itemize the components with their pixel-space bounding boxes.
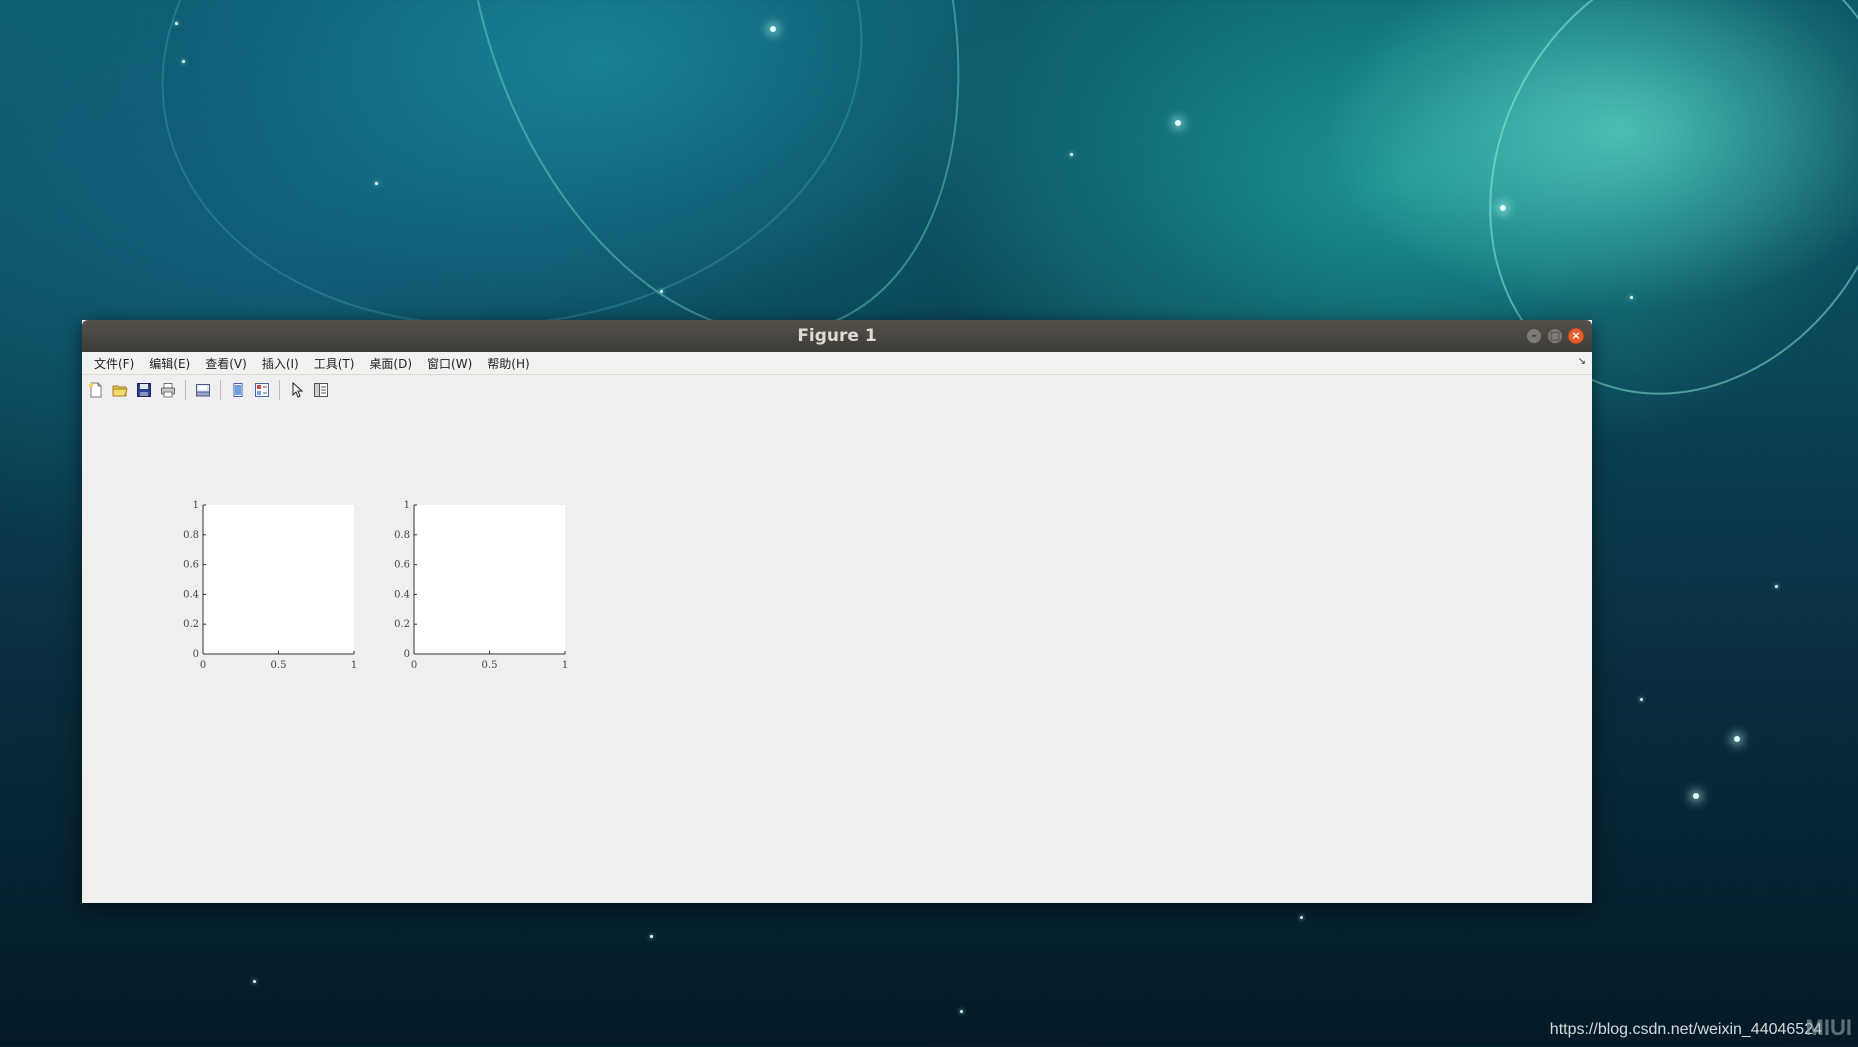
y-tick-label: 0.4 (183, 589, 199, 600)
miui-logo: MIUI (1805, 1015, 1852, 1040)
edit-plot-pointer-icon[interactable] (287, 380, 307, 400)
background-star (375, 182, 378, 185)
background-star (1775, 585, 1778, 588)
figure-window[interactable]: Figure 1 – □ × 文件(F) 编辑(E) 查看(V) 插入(I) 工… (82, 320, 1592, 903)
property-editor-icon[interactable] (311, 380, 331, 400)
toolbar-separator (279, 379, 280, 400)
hide-plot-tools-icon[interactable] (228, 380, 248, 400)
background-star (770, 26, 776, 32)
y-tick-label: 0 (404, 649, 410, 660)
figure-toolbar (82, 375, 1592, 405)
background-star (1734, 736, 1740, 742)
menu-tools[interactable]: 工具(T) (308, 355, 364, 372)
x-tick-label: 0 (200, 660, 206, 671)
x-tick-label: 1 (562, 660, 568, 671)
menu-edit[interactable]: 编辑(E) (143, 355, 199, 372)
open-file-icon[interactable] (110, 380, 130, 400)
y-tick-label: 0.2 (183, 619, 199, 630)
axes-container: 0 0.2 0.4 0.6 0.8 1 0 0.5 1 0 0.2 0.4 0.6 0.8 1 0 0.5 1 (183, 500, 568, 671)
background-star (1640, 698, 1643, 701)
url-watermark: https://blog.csdn.net/weixin_44046524 (1549, 1021, 1822, 1038)
menu-view[interactable]: 查看(V) (199, 355, 256, 372)
x-tick-label: 0.5 (482, 660, 498, 671)
window-title: Figure 1 (797, 326, 877, 346)
background-star (1630, 296, 1633, 299)
toolbar-separator (220, 379, 221, 400)
y-tick-label: 0.8 (394, 530, 410, 541)
background-star (650, 935, 653, 938)
y-tick-label: 0.4 (394, 589, 410, 600)
menu-desktop[interactable]: 桌面(D) (363, 355, 421, 372)
background-star (182, 60, 185, 63)
x-tick-label: 1 (351, 660, 357, 671)
y-tick-label: 0.6 (183, 560, 199, 571)
minimize-button[interactable]: – (1526, 328, 1542, 344)
maximize-button[interactable]: □ (1547, 328, 1563, 344)
menu-help[interactable]: 帮助(H) (481, 355, 538, 372)
background-star (253, 980, 256, 983)
x-tick-label: 0.5 (271, 660, 287, 671)
y-tick-label: 1 (193, 500, 199, 511)
dock-arrow-icon[interactable]: ↘ (1578, 356, 1586, 367)
print-preview-icon[interactable] (193, 380, 213, 400)
background-star (1693, 793, 1699, 799)
background-star (660, 290, 663, 293)
background-star (1175, 120, 1181, 126)
y-tick-label: 0.2 (394, 619, 410, 630)
save-icon[interactable] (134, 380, 154, 400)
figure-canvas[interactable]: 0 0.2 0.4 0.6 0.8 1 0 0.5 1 0 0.2 0.4 0.6 0.8 1 0 0.5 1 (82, 404, 1592, 903)
print-icon[interactable] (158, 380, 178, 400)
y-tick-label: 0 (193, 649, 199, 660)
show-plot-tools-icon[interactable] (252, 380, 272, 400)
new-figure-icon[interactable] (86, 380, 106, 400)
menu-bar: 文件(F) 编辑(E) 查看(V) 插入(I) 工具(T) 桌面(D) 窗口(W… (82, 352, 1592, 375)
background-star (960, 1010, 963, 1013)
background-star (1070, 153, 1073, 156)
close-button[interactable]: × (1568, 328, 1584, 344)
x-tick-label: 0 (411, 660, 417, 671)
axes-plot-area (414, 505, 565, 654)
background-star (1500, 205, 1506, 211)
background-star (175, 22, 178, 25)
axes-plot-area (203, 505, 354, 654)
background-star (1300, 916, 1303, 919)
window-controls: – □ × (1526, 328, 1584, 344)
title-bar[interactable]: Figure 1 – □ × (82, 320, 1592, 352)
y-tick-label: 1 (404, 500, 410, 511)
toolbar-separator (185, 379, 186, 400)
y-tick-label: 0.6 (394, 560, 410, 571)
menu-insert[interactable]: 插入(I) (256, 355, 308, 372)
menu-window[interactable]: 窗口(W) (421, 355, 481, 372)
menu-file[interactable]: 文件(F) (88, 355, 143, 372)
y-tick-label: 0.8 (183, 530, 199, 541)
